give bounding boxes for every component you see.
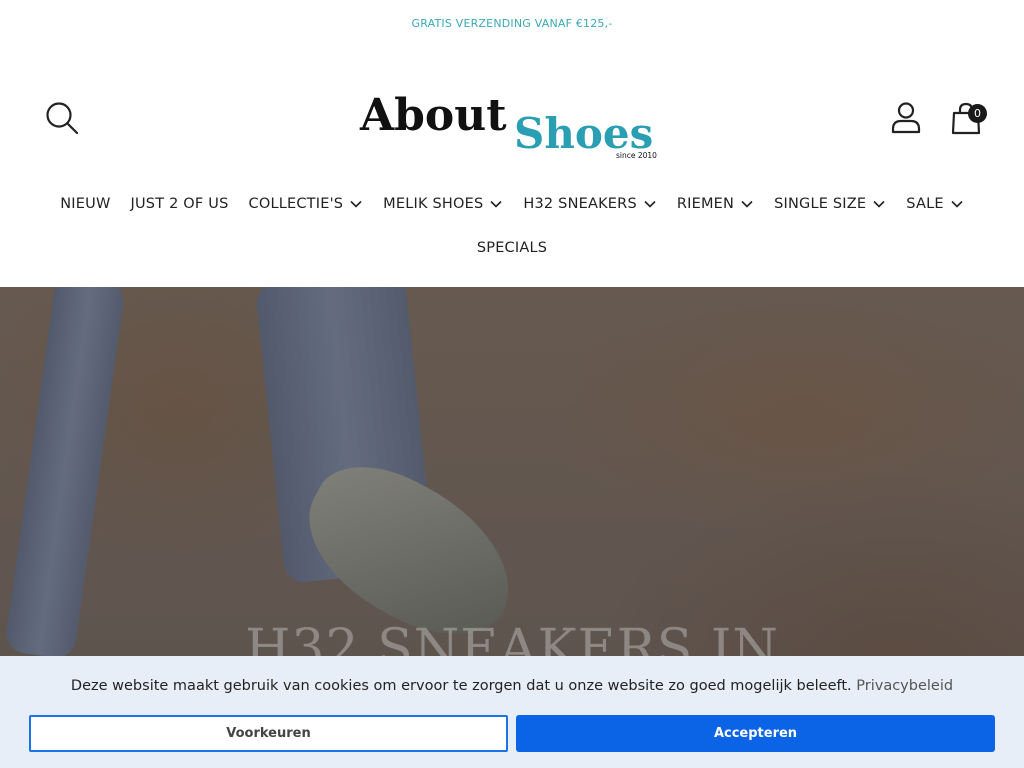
accept-button[interactable]: Accepteren	[516, 715, 995, 752]
account-icon[interactable]	[888, 100, 924, 136]
logo-tagline: since 2010	[616, 151, 657, 160]
nav-item-label: JUST 2 OF US	[130, 196, 229, 212]
site-logo[interactable]: About Shoes since 2010	[358, 86, 668, 162]
nav-item-just-2-of-us[interactable]: JUST 2 OF US	[131, 196, 229, 212]
announcement-text: GRATIS VERZENDING VANAF €125,-	[411, 16, 613, 30]
cookie-consent-bar: Deze website maakt gebruik van cookies o…	[0, 656, 1024, 768]
nav-item-label: MELIK SHOES	[383, 196, 484, 212]
nav-item-single-size[interactable]: SINGLE SIZE	[774, 196, 886, 212]
cookie-message-line: Deze website maakt gebruik van cookies o…	[0, 678, 1024, 694]
nav-item-melik-shoes[interactable]: MELIK SHOES	[383, 196, 503, 212]
privacy-policy-link[interactable]: Privacybeleid	[856, 678, 953, 694]
preferences-button[interactable]: Voorkeuren	[29, 715, 508, 752]
logo-word-about: About	[359, 90, 507, 141]
nav-item-specials[interactable]: SPECIALS	[477, 240, 547, 256]
nav-item-label: NIEUW	[60, 196, 111, 212]
announcement-bar: GRATIS VERZENDING VANAF €125,-	[0, 0, 1024, 46]
chevron-down-icon	[350, 200, 362, 208]
nav-item-nieuw[interactable]: NIEUW	[60, 196, 110, 212]
chevron-down-icon	[644, 200, 656, 208]
nav-item-collecties[interactable]: COLLECTIE'S	[249, 196, 364, 212]
nav-item-h32-sneakers[interactable]: H32 SNEAKERS	[523, 196, 656, 212]
nav-item-label: RIEMEN	[676, 196, 735, 212]
site-header: About Shoes since 2010 0	[0, 46, 1024, 186]
nav-item-sale[interactable]: SALE	[906, 196, 963, 212]
nav-item-label: SALE	[906, 196, 944, 212]
chevron-down-icon	[873, 200, 885, 208]
nav-item-label: H32 SNEAKERS	[523, 196, 637, 212]
cart-count-badge: 0	[968, 104, 987, 123]
chevron-down-icon	[951, 200, 963, 208]
nav-item-riemen[interactable]: RIEMEN	[677, 196, 754, 212]
search-icon[interactable]	[44, 100, 80, 136]
chevron-down-icon	[741, 200, 753, 208]
cookie-message: Deze website maakt gebruik van cookies o…	[70, 678, 852, 694]
nav-row-primary: NIEUW JUST 2 OF US COLLECTIE'S MELIK SHO…	[0, 196, 1024, 212]
chevron-down-icon	[490, 200, 502, 208]
nav-row-secondary: SPECIALS	[0, 240, 1024, 256]
main-navigation: NIEUW JUST 2 OF US COLLECTIE'S MELIK SHO…	[0, 186, 1024, 286]
nav-item-label: SPECIALS	[476, 240, 548, 256]
nav-item-label: COLLECTIE'S	[248, 196, 344, 212]
nav-item-label: SINGLE SIZE	[774, 196, 867, 212]
